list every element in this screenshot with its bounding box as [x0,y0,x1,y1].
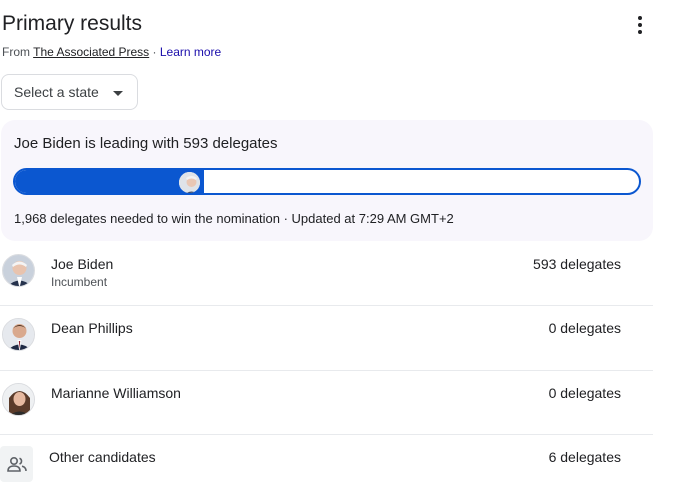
dot-icon [638,23,642,27]
more-options-button[interactable] [628,12,652,38]
marianne-williamson-avatar [2,383,35,416]
dean-phillips-avatar [2,318,35,351]
source-separator: · [149,45,160,59]
leader-avatar [177,170,202,195]
learn-more-link[interactable]: Learn more [160,45,221,59]
candidate-delegates: 6 delegates [548,449,621,465]
dot-icon [638,30,642,34]
joe-biden-avatar [2,254,35,287]
source-line: From The Associated Press · Learn more [2,45,221,59]
candidate-delegates: 593 delegates [533,256,621,272]
row-divider [0,434,653,435]
candidate-name: Marianne Williamson [51,385,181,401]
people-icon [0,446,33,482]
candidate-row[interactable]: Marianne Williamson 0 delegates [0,372,653,436]
candidate-name: Other candidates [49,449,156,465]
state-select[interactable]: Select a state [1,74,138,110]
row-divider [0,370,653,371]
needed-text: 1,968 delegates needed to win the nomina… [14,211,454,226]
candidate-row[interactable]: Dean Phillips 0 delegates [0,307,653,371]
delegate-progress-fill [15,170,205,193]
leading-text: Joe Biden is leading with 593 delegates [14,135,278,152]
source-link[interactable]: The Associated Press [33,45,149,59]
candidate-row[interactable]: Joe Biden Incumbent 593 delegates [0,243,653,307]
candidate-name: Joe Biden [51,256,114,272]
source-prefix: From [2,45,34,59]
delegate-progress-bar [13,168,641,195]
row-divider [0,305,653,306]
candidate-subtitle: Incumbent [51,275,108,289]
page-title: Primary results [2,12,143,35]
other-candidates-row[interactable]: Other candidates 6 delegates [0,436,653,494]
dropdown-caret-icon [113,91,123,96]
candidate-delegates: 0 delegates [548,385,621,401]
summary-card: Joe Biden is leading with 593 delegates … [1,120,653,241]
candidate-delegates: 0 delegates [548,320,621,336]
state-select-label: Select a state [14,84,99,100]
dot-icon [638,16,642,20]
candidate-name: Dean Phillips [51,320,133,336]
